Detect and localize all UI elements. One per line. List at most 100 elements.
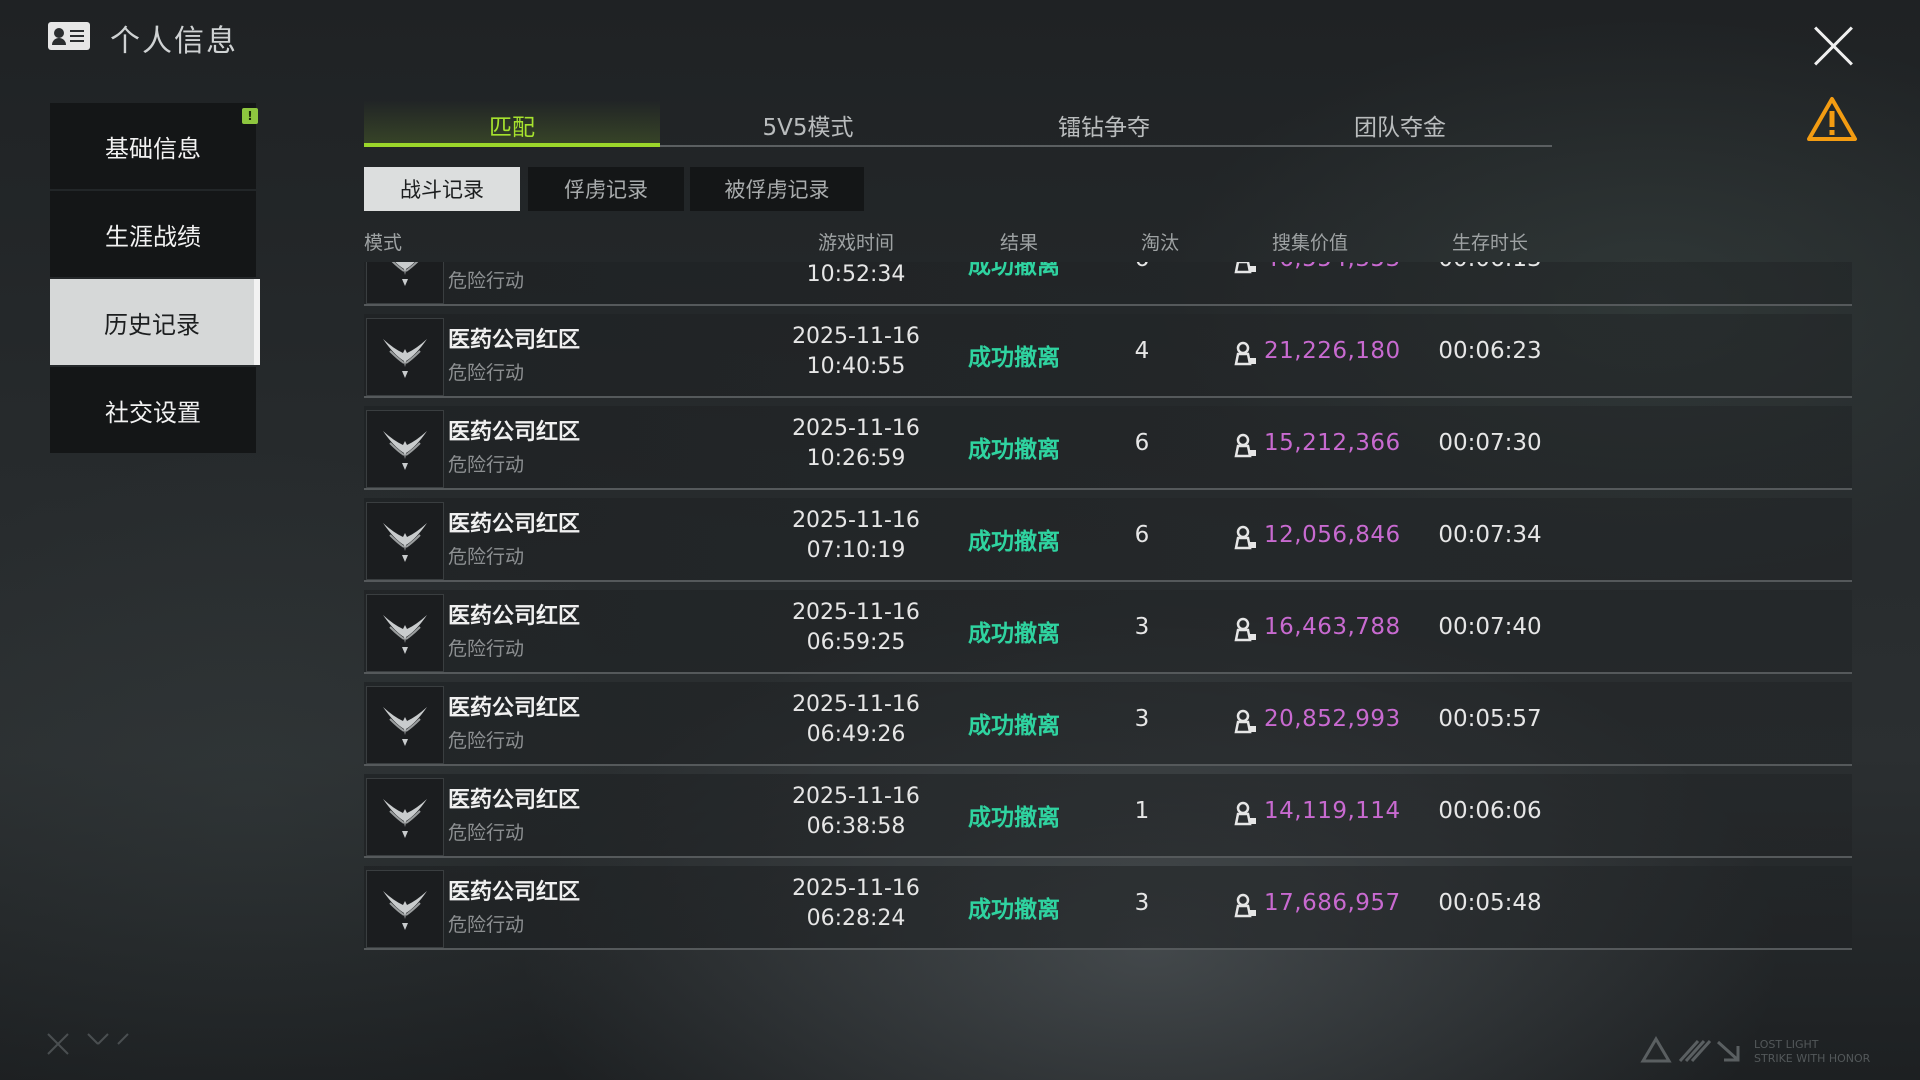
sidebar-item-career-stats[interactable]: 生涯战绩 — [50, 191, 256, 277]
loot-value-icon — [1234, 893, 1256, 918]
table-row[interactable]: 医药公司红区 危险行动 2025-11-16 10:40:55 成功撤离 4 21,226,… — [364, 314, 1852, 398]
loot-value: 17,686,957 — [1264, 890, 1401, 916]
warning-icon[interactable] — [1806, 96, 1858, 142]
loot-value-icon — [1234, 525, 1256, 550]
table-row[interactable]: 医药公司红区 危险行动 2025-11-16 06:49:26 成功撤离 3 20,852,… — [364, 682, 1852, 766]
game-mode: 危险行动 — [448, 638, 525, 660]
game-date: 2025-11-16 — [792, 876, 920, 901]
table-row[interactable]: 医药公司红区 危险行动 2025-11-16 07:10:19 成功撤离 6 12,056,… — [364, 498, 1852, 582]
tab-match[interactable]: 匹配 — [364, 108, 660, 148]
table-row[interactable]: 医药公司红区 危险行动 2025-11-16 06:59:25 成功撤离 3 16,463,… — [364, 590, 1852, 674]
game-time: 10:26:59 — [806, 446, 906, 471]
game-time: 06:59:25 — [806, 630, 906, 655]
game-date: 2025-11-16 — [792, 508, 920, 533]
game-date: 2025-11-16 — [792, 692, 920, 717]
result-status: 成功撤离 — [968, 345, 1060, 371]
game-mode: 危险行动 — [448, 914, 525, 936]
column-header-survive: 生存时长 — [1451, 232, 1528, 254]
game-time: 06:49:26 — [806, 722, 906, 747]
active-tab-indicator — [364, 143, 660, 147]
loot-value-icon — [1234, 709, 1256, 734]
table-row[interactable]: 医药公司红区 危险行动 2025-11-16 06:38:58 成功撤离 1 14,119,… — [364, 774, 1852, 858]
survival-time: 00:07:40 — [1438, 614, 1542, 640]
survival-time: 00:06:23 — [1438, 338, 1542, 364]
loot-value-icon — [1234, 433, 1256, 458]
tab-5v5[interactable]: 5V5模式 — [660, 108, 956, 148]
kills-count: 3 — [1134, 890, 1150, 916]
loot-value-icon — [1234, 617, 1256, 642]
sidebar-item-history[interactable]: 历史记录 — [50, 279, 260, 365]
map-name: 医药公司红区 — [448, 696, 581, 721]
map-emblem-icon — [366, 502, 444, 580]
kills-count: 6 — [1134, 430, 1150, 456]
map-emblem-icon — [366, 594, 444, 672]
map-emblem-icon — [366, 870, 444, 948]
kills-count: 3 — [1134, 706, 1150, 732]
footer-brand-text: LOST LIGHT — [1754, 1038, 1819, 1051]
kills-count: 1 — [1134, 798, 1150, 824]
column-header-time: 游戏时间 — [817, 232, 894, 254]
map-emblem-icon — [366, 778, 444, 856]
column-header-value: 搜集价值 — [1271, 232, 1348, 254]
loot-value-icon — [1234, 801, 1256, 826]
kills-count: 4 — [1134, 338, 1150, 364]
column-header-mode: 模式 — [364, 232, 403, 254]
notification-badge: ! — [242, 108, 258, 124]
footer-brand-icon — [1640, 1036, 1740, 1063]
map-name: 医药公司红区 — [448, 788, 581, 813]
kills-count: 6 — [1134, 522, 1150, 548]
map-name: 医药公司红区 — [448, 420, 581, 445]
loot-value: 15,212,366 — [1264, 430, 1401, 456]
survival-time: 00:05:48 — [1438, 890, 1542, 916]
game-date: 2025-11-16 — [792, 784, 920, 809]
loot-value-icon — [1234, 341, 1256, 366]
game-date: 2025-11-16 — [792, 600, 920, 625]
game-mode: 危险行动 — [448, 270, 525, 292]
loot-value-icon — [1234, 262, 1256, 274]
result-status: 成功撤离 — [968, 262, 1060, 279]
kills-count: 6 — [1122, 262, 1162, 272]
table-row[interactable]: 医药公司红区 危险行动 2025-11-16 06:28:24 成功撤离 3 17,686,… — [364, 866, 1852, 950]
column-header-result: 结果 — [999, 232, 1038, 254]
map-name: 医药公司红区 — [448, 880, 581, 905]
game-mode: 危险行动 — [448, 454, 525, 476]
loot-value: 12,056,846 — [1264, 522, 1401, 548]
column-header-kills: 淘汰 — [1140, 232, 1179, 254]
map-name: 医药公司红区 — [448, 604, 581, 629]
sidebar-item-label: 生涯战绩 — [105, 222, 201, 251]
corner-decoration-icon — [47, 1033, 129, 1055]
map-emblem-icon — [366, 318, 444, 396]
game-time: 06:38:58 — [806, 814, 906, 839]
game-mode: 危险行动 — [448, 362, 525, 384]
table-row[interactable]: 医药公司红区危险行动2025-11-1610:52:34成功撤离646,554,… — [364, 262, 1852, 306]
subtab-battle-record[interactable]: 战斗记录 — [364, 167, 520, 211]
survival-time: 00:06:13 — [1430, 262, 1550, 272]
game-time: 06:28:24 — [806, 906, 906, 931]
result-status: 成功撤离 — [968, 529, 1060, 555]
sidebar-item-label: 社交设置 — [105, 398, 201, 427]
result-status: 成功撤离 — [968, 805, 1060, 831]
subtab-captured-record[interactable]: 被俘虏记录 — [690, 167, 864, 211]
loot-value: 20,852,993 — [1264, 706, 1401, 732]
page-title: 个人信息 — [110, 24, 238, 59]
result-status: 成功撤离 — [968, 897, 1060, 923]
result-status: 成功撤离 — [968, 713, 1060, 739]
game-date: 2025-11-16 — [792, 324, 920, 349]
map-name: 医药公司红区 — [448, 328, 581, 353]
sidebar-item-label: 基础信息 — [105, 134, 201, 163]
game-time: 07:10:19 — [806, 538, 906, 563]
sidebar-item-social-settings[interactable]: 社交设置 — [50, 367, 256, 453]
profile-card-icon — [48, 22, 90, 50]
close-icon[interactable] — [1812, 24, 1856, 68]
game-time: 10:52:34 — [806, 262, 906, 287]
map-emblem-icon — [366, 686, 444, 764]
table-row[interactable]: 医药公司红区 危险行动 2025-11-16 10:26:59 成功撤离 6 15,212,… — [364, 406, 1852, 490]
survival-time: 00:05:57 — [1438, 706, 1542, 732]
tab-diamond-contest[interactable]: 镭钻争夺 — [956, 108, 1252, 148]
sidebar-item-basic-info[interactable]: 基础信息 — [50, 103, 256, 189]
tab-team-gold[interactable]: 团队夺金 — [1252, 108, 1548, 148]
subtab-capture-record[interactable]: 俘虏记录 — [528, 167, 684, 211]
game-mode: 危险行动 — [448, 822, 525, 844]
records-table[interactable]: 医药公司红区危险行动 2025-11-16 10:52:34 成功撤离 6 46,554,… — [364, 262, 1854, 970]
game-date: 2025-11-16 — [792, 416, 920, 441]
